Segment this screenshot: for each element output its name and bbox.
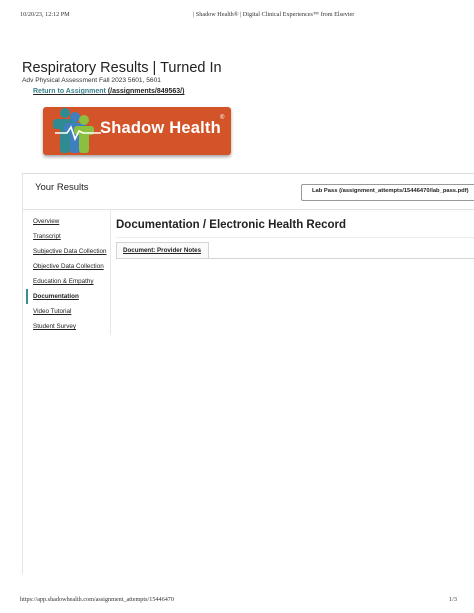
- print-page-number: 1/3: [449, 596, 457, 603]
- results-header-divider: [22, 209, 474, 210]
- sidebar-divider: [110, 210, 111, 335]
- print-url: https://app.shadowhealth.com/assignment_…: [20, 596, 174, 603]
- sidebar-item-education-empathy[interactable]: Education & Empathy: [26, 274, 110, 289]
- lab-pass-label: Lab Pass (/assignment_attempts/15446470/…: [312, 188, 469, 194]
- results-sidebar-nav: Overview Transcript Subjective Data Coll…: [26, 214, 110, 334]
- sidebar-item-video-tutorial[interactable]: Video Tutorial: [26, 304, 110, 319]
- documentation-title: Documentation / Electronic Health Record: [116, 219, 347, 231]
- sidebar-item-objective-data-collection[interactable]: Objective Data Collection: [26, 259, 110, 274]
- shadow-health-logo: Shadow Health ®: [43, 107, 231, 155]
- print-document-title: | Shadow Health® | Digital Clinical Expe…: [193, 11, 355, 18]
- sidebar-item-overview[interactable]: Overview: [26, 214, 110, 229]
- return-to-assignment-link[interactable]: Return to Assignment (/assignments/84956…: [33, 88, 184, 95]
- logo-figures-icon: [53, 108, 101, 153]
- sidebar-item-transcript[interactable]: Transcript: [26, 229, 110, 244]
- sidebar-item-documentation[interactable]: Documentation: [26, 289, 110, 304]
- print-datetime: 10/20/23, 12:12 PM: [20, 11, 70, 18]
- tab-provider-notes[interactable]: Document: Provider Notes: [116, 242, 209, 259]
- return-link-path: (/assignments/849563/): [107, 88, 185, 95]
- sidebar-item-subjective-data-collection[interactable]: Subjective Data Collection: [26, 244, 110, 259]
- return-link-label: Return to Assignment: [33, 88, 106, 95]
- course-subtitle: Adv Physical Assessment Fall 2023 5601, …: [22, 77, 161, 84]
- logo-registered-mark: ®: [220, 115, 225, 121]
- tab-bar-line: [116, 258, 474, 259]
- results-heading: Your Results: [35, 182, 89, 193]
- tab-provider-notes-label: Document: Provider Notes: [123, 247, 202, 254]
- lab-pass-button[interactable]: Lab Pass (/assignment_attempts/15446470/…: [301, 184, 474, 201]
- logo-wordmark: Shadow Health: [100, 119, 221, 137]
- documentation-divider: [116, 237, 474, 238]
- page-title: Respiratory Results | Turned In: [22, 60, 222, 76]
- sidebar-item-student-survey[interactable]: Student Survey: [26, 319, 110, 334]
